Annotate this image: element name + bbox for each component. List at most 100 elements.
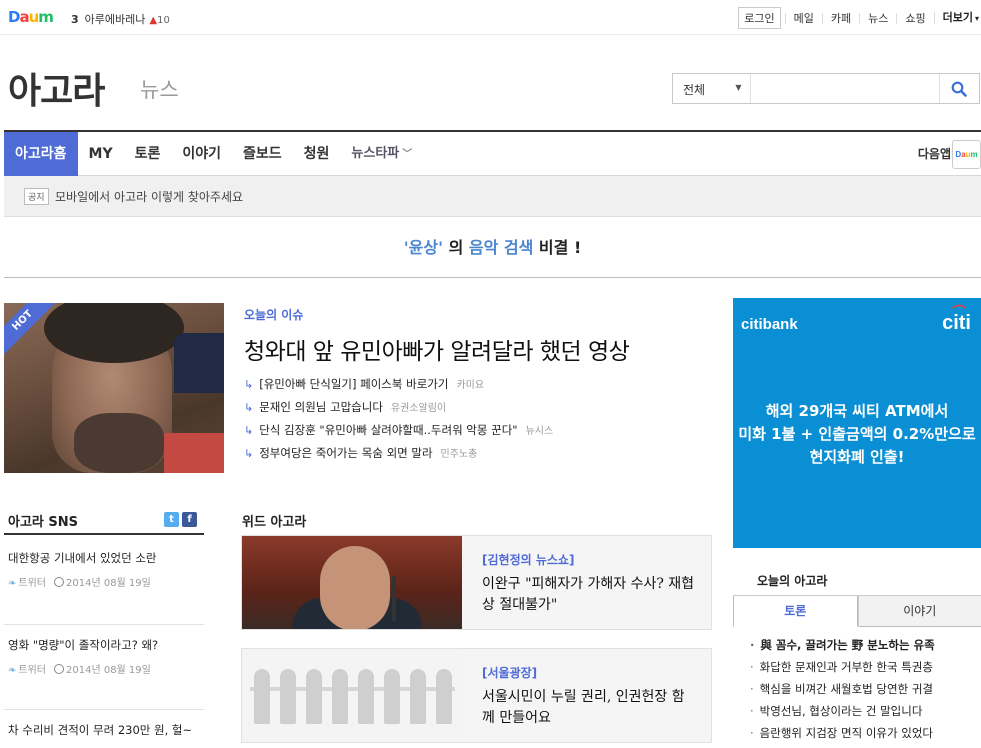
ad-line-1: 해외 29개국 씨티 ATM에서 [765, 402, 949, 420]
paper-figure-shape [358, 669, 374, 724]
tab-story[interactable]: 이야기 [171, 132, 232, 176]
newstapa-label: 뉴스타파 [351, 146, 400, 161]
logo-letter-a: a [19, 8, 29, 26]
list-item[interactable]: ↳ [유민아빠 단식일기] 페이스북 바로가기 카미요 [244, 376, 553, 399]
photo-police-cap-shape [174, 333, 224, 393]
list-item[interactable]: ↳ 단식 김장훈 "유민아빠 살려야할때..두려워 악몽 꾼다" 뉴시스 [244, 422, 553, 445]
gnb-more-button[interactable]: 더보기 ▾ [933, 12, 981, 24]
list-item-source: 카미요 [456, 380, 485, 391]
tab-agora-home[interactable]: 아고라홈 [4, 132, 78, 176]
photo-mic-shape [392, 576, 396, 621]
paper-figure-shape [280, 669, 296, 724]
sns-item-via: 트위터 [18, 578, 46, 589]
issue-keyword: 아루에바레나 [84, 13, 146, 26]
wide-agora-heading: 위드 아고라 [242, 515, 307, 530]
sns-heading: 아고라 SNS [8, 515, 79, 530]
today-agora-list: · 與 꼼수, 끌려가는 野 분노하는 유족 · 화답한 문재인과 거부한 한국 특… [750, 637, 935, 747]
bullet-icon: · [750, 704, 754, 718]
realtime-issue[interactable]: 3 아루에바레나 ▲10 [71, 11, 170, 27]
list-item[interactable]: 영화 "명량"이 졸작이라고? 왜? ❧ 트위터 2014년 08월 19일 [8, 637, 204, 676]
divider [4, 709, 204, 710]
sns-item-via: 트위터 [18, 665, 46, 676]
citibank-ad[interactable]: citibank ⌒ citi 해외 29개국 씨티 ATM에서 미화 1불 + … [733, 298, 981, 548]
ad-copy: 해외 29개국 씨티 ATM에서 미화 1불 + 인출금액의 0.2%만으로 현… [733, 400, 981, 469]
tab-today-story[interactable]: 이야기 [857, 596, 981, 627]
brand-subtitle[interactable]: 뉴스 [140, 74, 179, 104]
list-item[interactable]: 차 수리비 견적이 무려 230만 원, 헐~ [8, 722, 204, 738]
twitter-icon[interactable]: t [164, 512, 179, 527]
gnb-link-news[interactable]: 뉴스 [859, 12, 896, 24]
reply-arrow-icon: ↳ [244, 424, 254, 437]
facebook-icon[interactable]: f [182, 512, 197, 527]
promo-banner[interactable]: '윤상' 의 음악 검색 비결 ! [4, 217, 981, 278]
wide-card-title: 서울시민이 누릴 권리, 인권헌장 함께 만들어요 [482, 689, 685, 726]
list-item[interactable]: · 음란행위 지검장 면직 이유가 있었다 [750, 725, 935, 747]
paper-figure-shape [306, 669, 322, 724]
main-nav: 아고라홈 MY 토론 이야기 즐보드 청원 뉴스타파 ﹀ 다음앱 Daum [4, 130, 981, 176]
photo-beard-shape [74, 413, 164, 473]
login-button[interactable]: 로그인 [738, 7, 781, 29]
citibank-logo: citibank [741, 316, 798, 333]
list-item[interactable]: · 화답한 문재인과 거부한 한국 특권층 [750, 659, 935, 681]
ad-line-3: 현지화폐 인출! [809, 448, 905, 466]
daum-logo[interactable]: Daum [8, 8, 54, 26]
gnb-link-cafe[interactable]: 카페 [821, 12, 859, 24]
list-item[interactable]: · 與 꼼수, 끌려가는 野 분노하는 유족 [750, 637, 935, 659]
gnb-link-shopping[interactable]: 쇼핑 [896, 12, 933, 24]
logo-letter-d: D [8, 8, 20, 26]
notice-bar: 공지 모바일에서 아고라 이렇게 찾아주세요 [4, 176, 981, 217]
gnb-menu: 로그인 메일 카페 뉴스 쇼핑 더보기 ▾ [738, 7, 981, 29]
search-button[interactable] [938, 74, 979, 103]
caret-down-icon: ▼ [735, 83, 742, 92]
issue-rank: 3 [71, 13, 79, 26]
daum-app-link[interactable]: 다음앱 [918, 132, 951, 176]
list-item[interactable]: ↳ 정부여당은 죽어가는 목숨 외면 말라 민주노총 [244, 445, 553, 468]
tab-board[interactable]: 즐보드 [232, 132, 293, 176]
tab-newstapa[interactable]: 뉴스타파 ﹀ [340, 132, 423, 176]
list-item[interactable]: ↳ 문재인 의원님 고맙습니다 유권소알림이 [244, 399, 553, 422]
caret-down-icon: ▾ [974, 14, 979, 23]
search-scope-select[interactable]: 전체 ▼ [673, 74, 751, 103]
chevron-down-icon: ﹀ [402, 149, 413, 160]
today-agora-heading: 오늘의 아고라 [757, 574, 828, 588]
brand-title[interactable]: 아고라 [8, 62, 105, 114]
list-item-title: 정부여당은 죽어가는 목숨 외면 말라 [259, 446, 433, 460]
list-item-title: [유민아빠 단식일기] 페이스북 바로가기 [259, 377, 449, 391]
tab-today-debate[interactable]: 토론 [733, 596, 858, 627]
tab-my[interactable]: MY [78, 132, 124, 176]
list-item[interactable]: · 핵심을 비껴간 새월호법 당연한 귀결 [750, 681, 935, 703]
photo-red-shape [164, 433, 224, 473]
list-item[interactable]: · 박영선님, 협상이라는 건 말입니다 [750, 703, 935, 725]
promo-text-end: 비결 ! [533, 238, 582, 257]
list-item[interactable]: 대한항공 기내에서 있었던 소란 ❧ 트위터 2014년 08월 19일 [8, 550, 204, 589]
sns-item-title: 차 수리비 견적이 무려 230만 원, 헐~ [8, 723, 193, 737]
wide-card-photo [242, 649, 462, 742]
tab-debate[interactable]: 토론 [124, 132, 172, 176]
reply-arrow-icon: ↳ [244, 447, 254, 460]
notice-link[interactable]: 모바일에서 아고라 이렇게 찾아주세요 [55, 188, 243, 205]
list-item-source: 민주노총 [440, 449, 478, 460]
clock-icon [54, 577, 64, 587]
reply-arrow-icon: ↳ [244, 401, 254, 414]
wide-card[interactable]: [서울광장] 서울시민이 누릴 권리, 인권헌장 함께 만들어요 [241, 648, 712, 743]
issue-change: 10 [157, 15, 170, 26]
bullet-icon: · [750, 638, 755, 652]
list-item-title: 박영선님, 협상이라는 건 말입니다 [759, 704, 923, 718]
sns-share-icons: t f [164, 512, 197, 527]
sns-item-title: 영화 "명량"이 졸작이라고? 왜? [8, 638, 159, 652]
paper-figure-shape [384, 669, 400, 724]
wide-card[interactable]: [김현정의 뉴스쇼] 이완구 "피해자가 가해자 수사? 재협상 절대불가" [241, 535, 712, 630]
tab-petition[interactable]: 청원 [293, 132, 341, 176]
paper-figure-shape [332, 669, 348, 724]
wide-card-category: [서울광장] [482, 666, 538, 680]
gnb-link-mail[interactable]: 메일 [784, 12, 822, 24]
daum-app-icon[interactable]: Daum [952, 140, 981, 169]
logo-letter-m: m [38, 8, 54, 26]
app-badge-letter-m: m [970, 150, 978, 159]
paper-figure-shape [254, 669, 270, 724]
citi-arc-icon: ⌒ [952, 304, 967, 320]
clock-icon [54, 664, 64, 674]
hot-issue-title[interactable]: 청와대 앞 유민아빠가 알려달라 했던 영상 [244, 332, 630, 366]
hot-issue-photo[interactable]: HOT [4, 303, 224, 473]
search-input[interactable] [750, 74, 939, 103]
